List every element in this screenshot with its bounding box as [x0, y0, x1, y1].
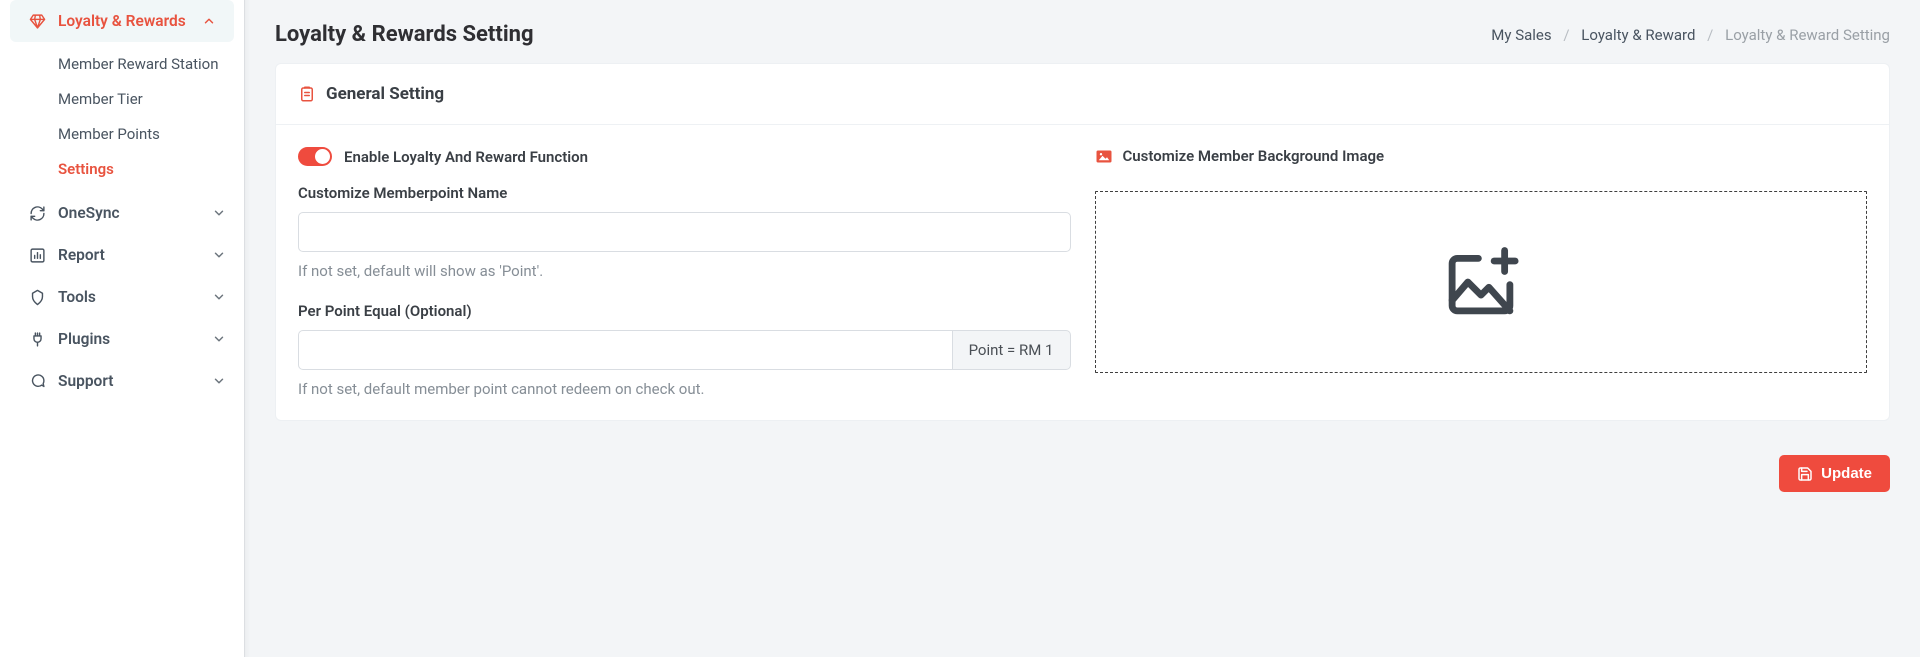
- sidebar-item-plugins[interactable]: Plugins: [0, 318, 244, 360]
- card-header: General Setting: [276, 64, 1889, 125]
- general-setting-card: General Setting Enable Loyalty And Rewar…: [275, 63, 1890, 421]
- refresh-icon: [26, 205, 48, 222]
- breadcrumb-item-current: Loyalty & Reward Setting: [1725, 26, 1890, 44]
- breadcrumb-item[interactable]: Loyalty & Reward: [1581, 26, 1695, 44]
- breadcrumb-item[interactable]: My Sales: [1491, 26, 1551, 44]
- sidebar-item-member-points[interactable]: Member Points: [0, 116, 244, 151]
- chevron-down-icon: [212, 332, 226, 346]
- chevron-down-icon: [212, 290, 226, 304]
- per-point-addon: Point = RM 1: [953, 330, 1071, 370]
- chevron-up-icon: [202, 14, 216, 28]
- sidebar-item-loyalty-rewards[interactable]: Loyalty & Rewards: [10, 0, 234, 42]
- sidebar: Loyalty & Rewards Member Reward Station …: [0, 0, 245, 657]
- per-point-label: Per Point Equal (Optional): [298, 302, 1071, 320]
- card-title: General Setting: [326, 84, 444, 104]
- sidebar-item-label: Plugins: [58, 330, 110, 348]
- chevron-down-icon: [212, 374, 226, 388]
- sidebar-item-tools[interactable]: Tools: [0, 276, 244, 318]
- update-button-label: Update: [1821, 465, 1872, 482]
- topbar: Loyalty & Rewards Setting My Sales / Loy…: [245, 0, 1920, 63]
- sidebar-item-settings[interactable]: Settings: [0, 151, 244, 186]
- sidebar-item-member-tier[interactable]: Member Tier: [0, 81, 244, 116]
- toggle-label: Enable Loyalty And Reward Function: [344, 148, 588, 166]
- memberpoint-name-help: If not set, default will show as 'Point'…: [298, 262, 1071, 280]
- sidebar-item-label: Report: [58, 246, 105, 264]
- footer-actions: Update: [245, 421, 1920, 492]
- sidebar-item-label: Support: [58, 372, 113, 390]
- sidebar-item-label: OneSync: [58, 204, 120, 222]
- image-label: Customize Member Background Image: [1123, 147, 1385, 165]
- plug-icon: [26, 331, 48, 348]
- breadcrumb-sep: /: [1707, 26, 1713, 44]
- barchart-icon: [26, 247, 48, 264]
- chat-icon: [26, 373, 48, 390]
- update-button[interactable]: Update: [1779, 455, 1890, 492]
- breadcrumb: My Sales / Loyalty & Reward / Loyalty & …: [1491, 26, 1890, 44]
- memberpoint-name-input[interactable]: [298, 212, 1071, 252]
- chevron-down-icon: [212, 206, 226, 220]
- enable-loyalty-toggle[interactable]: [298, 147, 332, 166]
- diamond-icon: [26, 13, 48, 30]
- save-icon: [1797, 466, 1813, 482]
- memberpoint-name-label: Customize Memberpoint Name: [298, 184, 1071, 202]
- breadcrumb-sep: /: [1563, 26, 1569, 44]
- sidebar-item-onesync[interactable]: OneSync: [0, 192, 244, 234]
- per-point-help: If not set, default member point cannot …: [298, 380, 1071, 398]
- image-icon: [1095, 149, 1113, 164]
- sidebar-item-label: Tools: [58, 288, 96, 306]
- clipboard-icon: [298, 85, 316, 103]
- chevron-down-icon: [212, 248, 226, 262]
- page-title: Loyalty & Rewards Setting: [275, 22, 534, 47]
- sidebar-item-support[interactable]: Support: [0, 360, 244, 402]
- toolbox-icon: [26, 289, 48, 306]
- sidebar-item-report[interactable]: Report: [0, 234, 244, 276]
- sidebar-subitems-loyalty: Member Reward Station Member Tier Member…: [0, 46, 244, 186]
- per-point-input[interactable]: [298, 330, 953, 370]
- sidebar-item-label: Loyalty & Rewards: [58, 12, 186, 30]
- background-image-dropzone[interactable]: [1095, 191, 1868, 373]
- add-image-icon: [1439, 240, 1523, 324]
- sidebar-item-member-reward-station[interactable]: Member Reward Station: [0, 46, 244, 81]
- main-content: Loyalty & Rewards Setting My Sales / Loy…: [245, 0, 1920, 657]
